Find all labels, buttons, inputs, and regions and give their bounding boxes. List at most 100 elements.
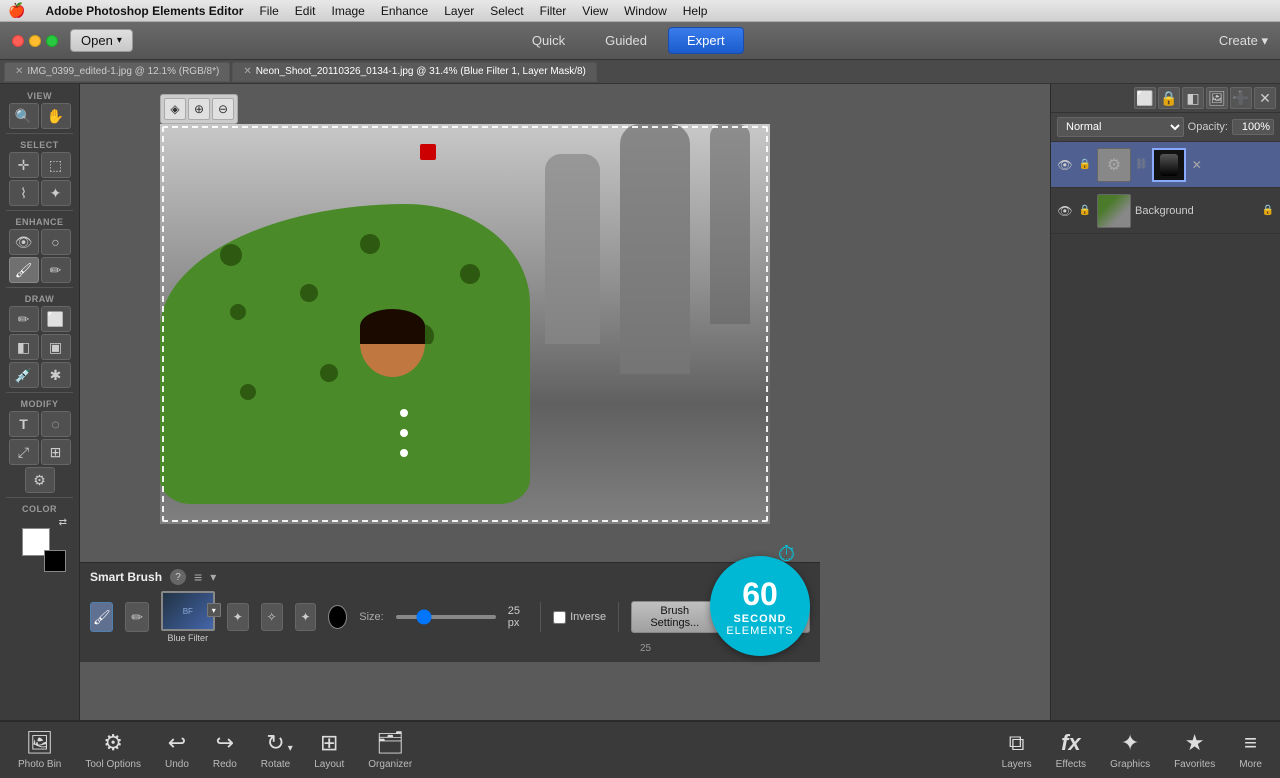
apple-menu[interactable]: 🍎	[8, 2, 25, 19]
menu-edit[interactable]: Edit	[295, 4, 316, 18]
open-button[interactable]: Open ▾	[70, 29, 133, 52]
layer-mask-btn[interactable]: 🔒	[1158, 87, 1180, 109]
quick-mode-btn[interactable]: Quick	[513, 27, 584, 54]
tool-list-icon[interactable]: ≡	[194, 569, 202, 585]
create-button[interactable]: Create ▾	[1219, 33, 1268, 49]
tool-expand-icon[interactable]: ▾	[210, 570, 216, 584]
maximize-window-btn[interactable]	[46, 35, 58, 47]
favorites-panel-btn[interactable]: ★ Favorites	[1166, 726, 1223, 774]
tree-2	[545, 154, 600, 344]
app-name: Adobe Photoshop Elements Editor	[45, 4, 243, 18]
modify-section-label: MODIFY	[0, 396, 79, 410]
detail-smart-brush-tool[interactable]: ✏	[41, 257, 71, 283]
quick-select-tool[interactable]: ✦	[41, 180, 71, 206]
menu-enhance[interactable]: Enhance	[381, 4, 428, 18]
photo-bin-label: Photo Bin	[18, 759, 61, 770]
transform-tool[interactable]: ⤢	[9, 439, 39, 465]
layer-1-mask-thumb[interactable]	[1152, 148, 1186, 182]
layer-row-background[interactable]: 👁 🔒 Background 🔒	[1051, 188, 1280, 234]
brush-settings-btn[interactable]: Brush Settings...	[631, 601, 719, 633]
delete-layer-btn[interactable]: ✕	[1254, 87, 1276, 109]
effects-icon: fx	[1061, 730, 1081, 756]
layers-panel-btn[interactable]: ⧉ Layers	[994, 726, 1040, 774]
rotate-dropdown-arrow[interactable]: ▾	[288, 743, 293, 754]
selection-tool-plus[interactable]: ⊕	[188, 98, 210, 120]
type-tool[interactable]: T	[9, 411, 39, 437]
more-icon: ≡	[1244, 730, 1257, 756]
layer-1-visibility-toggle[interactable]: 👁	[1057, 157, 1073, 173]
photo-bin-btn[interactable]: 🖼 Photo Bin	[10, 726, 69, 774]
inverse-checkbox[interactable]: Inverse	[553, 611, 606, 624]
tab-label: Neon_Shoot_20110326_0134-1.jpg @ 31.4% (…	[256, 66, 586, 77]
menu-filter[interactable]: Filter	[540, 4, 567, 18]
menu-help[interactable]: Help	[683, 4, 708, 18]
size-slider[interactable]	[396, 615, 496, 619]
new-layer-set-btn[interactable]: ⬜	[1134, 87, 1156, 109]
tab-close-icon[interactable]: ✕	[243, 66, 251, 77]
menu-select[interactable]: Select	[490, 4, 523, 18]
sixty-second-label: SECOND	[733, 613, 786, 625]
filter-arrow-btn[interactable]: ▾	[207, 603, 221, 617]
selection-tool-arrow[interactable]: ◈	[164, 98, 186, 120]
move-tool[interactable]: ✛	[9, 152, 39, 178]
smart-brush-tool[interactable]: 🖌	[9, 257, 39, 283]
tool-options-btn[interactable]: ⚙ Tool Options	[77, 726, 149, 774]
zoom-tool[interactable]: 🔍	[9, 103, 39, 129]
pencil-tool[interactable]: ✏	[9, 306, 39, 332]
add-adjustment-btn[interactable]: ◧	[1182, 87, 1204, 109]
selection-tool-minus[interactable]: ⊖	[212, 98, 234, 120]
blend-mode-select[interactable]: Normal Multiply Screen Overlay	[1057, 117, 1184, 137]
redo-btn[interactable]: ↪ Redo	[205, 726, 245, 774]
tab-img1[interactable]: ✕ IMG_0399_edited-1.jpg @ 12.1% (RGB/8*)	[4, 62, 230, 82]
custom-shape-tool[interactable]: ⚙	[25, 467, 55, 493]
color-replace-tool[interactable]: ✱	[41, 362, 71, 388]
menu-layer[interactable]: Layer	[444, 4, 474, 18]
expert-mode-btn[interactable]: Expert	[668, 27, 744, 54]
tab-img2[interactable]: ✕ Neon_Shoot_20110326_0134-1.jpg @ 31.4%…	[232, 62, 597, 82]
brush-add-mode[interactable]: 🖌	[90, 602, 113, 632]
graphics-panel-btn[interactable]: ✦ Graphics	[1102, 726, 1158, 774]
foreground-color-swatch[interactable]	[44, 550, 66, 572]
undo-btn[interactable]: ↩ Undo	[157, 726, 197, 774]
organizer-btn[interactable]: 🗂 Organizer	[360, 726, 420, 774]
tab-close-icon[interactable]: ✕	[15, 66, 23, 77]
layer-styles-btn[interactable]: 🖼	[1206, 87, 1228, 109]
detail-brush-btn2[interactable]: ✧	[261, 603, 283, 631]
opacity-input[interactable]	[1232, 119, 1274, 135]
healing-tool[interactable]: ◌	[41, 411, 71, 437]
menu-window[interactable]: Window	[624, 4, 667, 18]
inverse-checkbox-input[interactable]	[553, 611, 566, 624]
crop-tool[interactable]: ⊞	[41, 439, 71, 465]
guided-mode-btn[interactable]: Guided	[586, 27, 666, 54]
detail-brush-btn3[interactable]: ✦	[295, 603, 317, 631]
sixty-second-elements-badge[interactable]: ⏱ 60 SECOND ELEMENTS	[710, 556, 810, 656]
more-panel-btn[interactable]: ≡ More	[1231, 726, 1270, 774]
gradient-tool[interactable]: ▣	[41, 334, 71, 360]
hand-tool[interactable]: ✋	[41, 103, 71, 129]
detail-brush-btn1[interactable]: ✦	[227, 603, 249, 631]
photo-canvas[interactable]	[160, 124, 770, 524]
blur-tool[interactable]: ○	[41, 229, 71, 255]
menu-view[interactable]: View	[582, 4, 608, 18]
minimize-window-btn[interactable]	[29, 35, 41, 47]
layer-2-visibility-toggle[interactable]: 👁	[1057, 203, 1073, 219]
marquee-tool[interactable]: ⬚	[41, 152, 71, 178]
brush-subtract-mode[interactable]: ✏	[125, 602, 148, 632]
close-window-btn[interactable]	[12, 35, 24, 47]
tool-help-icon[interactable]: ?	[170, 569, 186, 585]
layout-btn[interactable]: ⊞ Layout	[306, 726, 352, 774]
eyedropper-tool[interactable]: 💉	[9, 362, 39, 388]
eraser-tool[interactable]: ⬜	[41, 306, 71, 332]
menu-image[interactable]: Image	[331, 4, 364, 18]
menu-file[interactable]: File	[259, 4, 278, 18]
rotate-btn[interactable]: ↻ ▾ Rotate	[253, 726, 298, 774]
layer-row-1[interactable]: 👁 🔒 ⚙ ⛓ ✕	[1051, 142, 1280, 188]
swap-colors-icon[interactable]: ⇄	[59, 517, 67, 528]
paint-bucket-tool[interactable]: ◧	[9, 334, 39, 360]
add-layer-btn[interactable]: ➕	[1230, 87, 1252, 109]
eye-tool[interactable]: 👁	[9, 229, 39, 255]
layer-1-close-icon[interactable]: ✕	[1192, 158, 1202, 172]
lasso-tool[interactable]: ⌇	[9, 180, 39, 206]
layout-icon: ⊞	[320, 730, 338, 756]
effects-panel-btn[interactable]: fx Effects	[1048, 726, 1094, 774]
